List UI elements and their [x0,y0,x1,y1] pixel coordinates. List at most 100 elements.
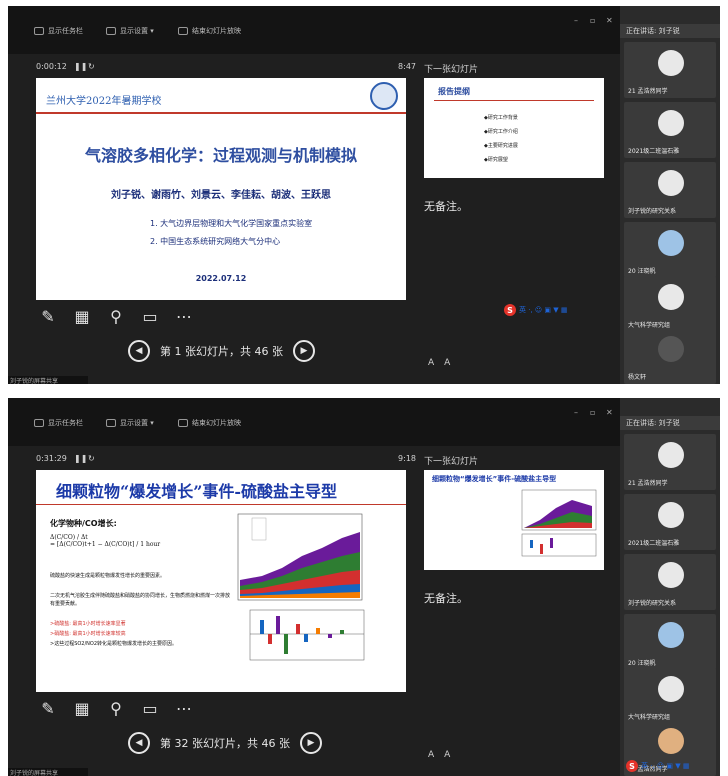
pen-icon[interactable]: ✎ [38,698,58,718]
font-size-controls: A A [428,358,450,368]
current-slide[interactable]: 兰州大学2022年暑期学校 气溶胶多相化学：过程观测与机制模拟 刘子锐、谢雨竹、… [36,78,406,300]
ime-toolbar[interactable]: S 英 ·, ☺ ▣ ▼ ▦ [504,304,567,316]
participant-tile[interactable]: 20 汪晓帆 [624,222,716,278]
avatar [658,50,684,76]
university-logo-icon [370,82,398,110]
notes-panel: 下一张幻灯片 细颗粒物“爆发增长”事件-硫酸盐主导型 无备注。 A A [418,450,608,770]
pause-icon[interactable]: ❚❚ [74,62,87,71]
next-slide-label: 下一张幻灯片 [424,65,479,75]
participant-tile[interactable]: 大气科学研究组 [624,668,716,724]
affiliation-1: 1. 大气边界层物理和大气化学国家重点实验室 [150,219,313,228]
slide-grid-icon[interactable]: ▦ [72,306,92,326]
next-slide-label: 下一张幻灯片 [424,457,479,467]
participant-tile[interactable]: 刘子锐的研究关系 [624,554,716,610]
presenter-toolbar: 显示任务栏 显示设置 ▾ 结束幻灯片放映 – ▫ ✕ [8,398,620,446]
growth-formula: Δ(C/CO) / Δt = [Δ(C/CO)t+1 − Δ(C/CO)t] /… [50,534,220,568]
end-slideshow-button[interactable]: 结束幻灯片放映 [178,418,241,428]
ime-toolbar[interactable]: S 英 ·, ☺ ▣ ▼ ▦ [626,760,689,772]
formula-right: = [Δ(C/CO)t+1 − Δ(C/CO)t] / 1 hour [50,541,161,548]
bullet-1: >硫酸盐: 最高1小时增长速率显著 [50,621,126,627]
close-button[interactable]: ✕ [606,16,613,25]
next-slide-thumbnail[interactable]: 报告提纲 ◆研究工作背景 ◆研究工作介绍 ◆主要研究进展 ◆研究展望 [424,78,604,178]
restore-button[interactable]: ▫ [590,408,595,417]
participant-tile[interactable]: 20 汪晓帆 [624,614,716,670]
paragraph-1: 硫酸盐的快速生成是颗粒物爆发性增长的重要因素。 [50,573,166,579]
avatar [658,110,684,136]
clock: 9:18 [398,454,416,463]
previous-slide-button[interactable]: ◀ [128,340,150,362]
notes-text: 无备注。 [424,592,468,605]
sogou-icon: S [626,760,638,772]
meeting-sidebar: 正在讲话: 刘子锐 21 孟浩然同学 2021级二班温石雅 刘子锐的研究关系 2… [620,6,720,384]
close-button[interactable]: ✕ [606,408,613,417]
outline-item: ◆主要研究进展 [484,143,518,149]
next-slide-thumbnail[interactable]: 细颗粒物“爆发增长”事件-硫酸盐主导型 [424,470,604,570]
avatar [658,676,684,702]
show-taskbar-button[interactable]: 显示任务栏 [34,26,83,36]
next-slide-button[interactable]: ▶ [299,732,322,754]
slideshow-presenter-view-2: 显示任务栏 显示设置 ▾ 结束幻灯片放映 – ▫ ✕ 0:31:29 ❚❚ ↻ … [8,398,720,776]
slide-counter: 第 32 张幻灯片，共 46 张 [160,737,290,750]
screen-share-label: 刘子锐的屏幕共享 [8,768,88,776]
slide-title: 细颗粒物“爆发增长”事件-硫酸盐主导型 [56,482,338,501]
participant-tile[interactable]: 2021级二班温石雅 [624,102,716,158]
presentation-timer: 0:00:12 [36,62,67,71]
participant-tile[interactable]: 21 孟浩然同学 [624,434,716,490]
outline-item: ◆研究展望 [484,157,508,163]
growth-rate-bar-chart [246,608,366,664]
outline-rule [434,100,594,101]
display-settings-button[interactable]: 显示设置 ▾ [106,26,154,36]
outline-item: ◆研究工作背景 [484,115,518,121]
pen-icon[interactable]: ✎ [38,306,58,326]
avatar [658,284,684,310]
decrease-font-button[interactable]: A [444,358,450,368]
reset-timer-icon[interactable]: ↻ [88,454,95,463]
slideshow-presenter-view-1: 显示任务栏 显示设置 ▾ 结束幻灯片放映 – ▫ ✕ 0:00:12 ❚❚ ↻ … [8,6,720,384]
participant-tile[interactable]: 大气科学研究组 [624,276,716,332]
show-taskbar-button[interactable]: 显示任务栏 [34,418,83,428]
display-settings-button[interactable]: 显示设置 ▾ [106,418,154,428]
minimize-button[interactable]: – [574,408,578,417]
reset-timer-icon[interactable]: ↻ [88,62,95,71]
taskbar-icon [34,419,44,427]
thumbnail-title: 细颗粒物“爆发增长”事件-硫酸盐主导型 [432,475,557,483]
increase-font-button[interactable]: A [428,358,434,368]
avatar [658,622,684,648]
participant-tile[interactable]: 杨文轩 [624,328,716,384]
zoom-icon[interactable]: ⚲ [106,306,126,326]
avatar [658,562,684,588]
more-options-icon[interactable]: ⋯ [174,306,194,326]
pause-icon[interactable]: ❚❚ [74,454,87,463]
participant-tile[interactable]: 2021级二班温石雅 [624,494,716,550]
black-screen-icon[interactable]: ▭ [140,698,160,718]
participant-tile[interactable]: 21 孟浩然同学 [624,42,716,98]
clock: 8:47 [398,62,416,71]
affiliation-2: 2. 中国生态系统研究网络大气分中心 [150,237,281,246]
presentation-timer: 0:31:29 [36,454,67,463]
bullet-2: >硝酸盐: 最高1小时增长速率较高 [50,631,126,637]
paragraph-2: 二次无机气溶胶生成伴随硫酸盐和硝酸盐的协同增长，生物质燃烧和燃煤一次排放有重要贡… [50,593,231,607]
end-slideshow-button[interactable]: 结束幻灯片放映 [178,26,241,36]
speaking-indicator: 正在讲话: 刘子锐 [620,24,720,38]
timer-row: 0:31:29 ❚❚ ↻ 9:18 [36,454,416,468]
restore-button[interactable]: ▫ [590,16,595,25]
authors: 刘子锐、谢雨竹、刘景云、李佳耘、胡波、王跃思 [111,190,331,201]
more-options-icon[interactable]: ⋯ [174,698,194,718]
stacked-area-chart [232,510,366,606]
zoom-icon[interactable]: ⚲ [106,698,126,718]
sogou-icon: S [504,304,516,316]
slide-tools: ✎ ▦ ⚲ ▭ ⋯ [38,698,194,718]
minimize-button[interactable]: – [574,16,578,25]
taskbar-icon [34,27,44,35]
meeting-sidebar: 正在讲话: 刘子锐 21 孟浩然同学 2021级二班温石雅 刘子锐的研究关系 2… [620,398,720,776]
black-screen-icon[interactable]: ▭ [140,306,160,326]
next-slide-button[interactable]: ▶ [292,340,315,362]
formula-left: Δ(C/CO) / Δt [50,534,88,541]
previous-slide-button[interactable]: ◀ [128,732,150,754]
slide-tools: ✎ ▦ ⚲ ▭ ⋯ [38,306,194,326]
current-slide[interactable]: 细颗粒物“爆发增长”事件-硫酸盐主导型 化学物种/CO增长: Δ(C/CO) /… [36,470,406,692]
end-show-icon [178,419,188,427]
avatar [658,502,684,528]
participant-tile[interactable]: 刘子锐的研究关系 [624,162,716,218]
slide-grid-icon[interactable]: ▦ [72,698,92,718]
